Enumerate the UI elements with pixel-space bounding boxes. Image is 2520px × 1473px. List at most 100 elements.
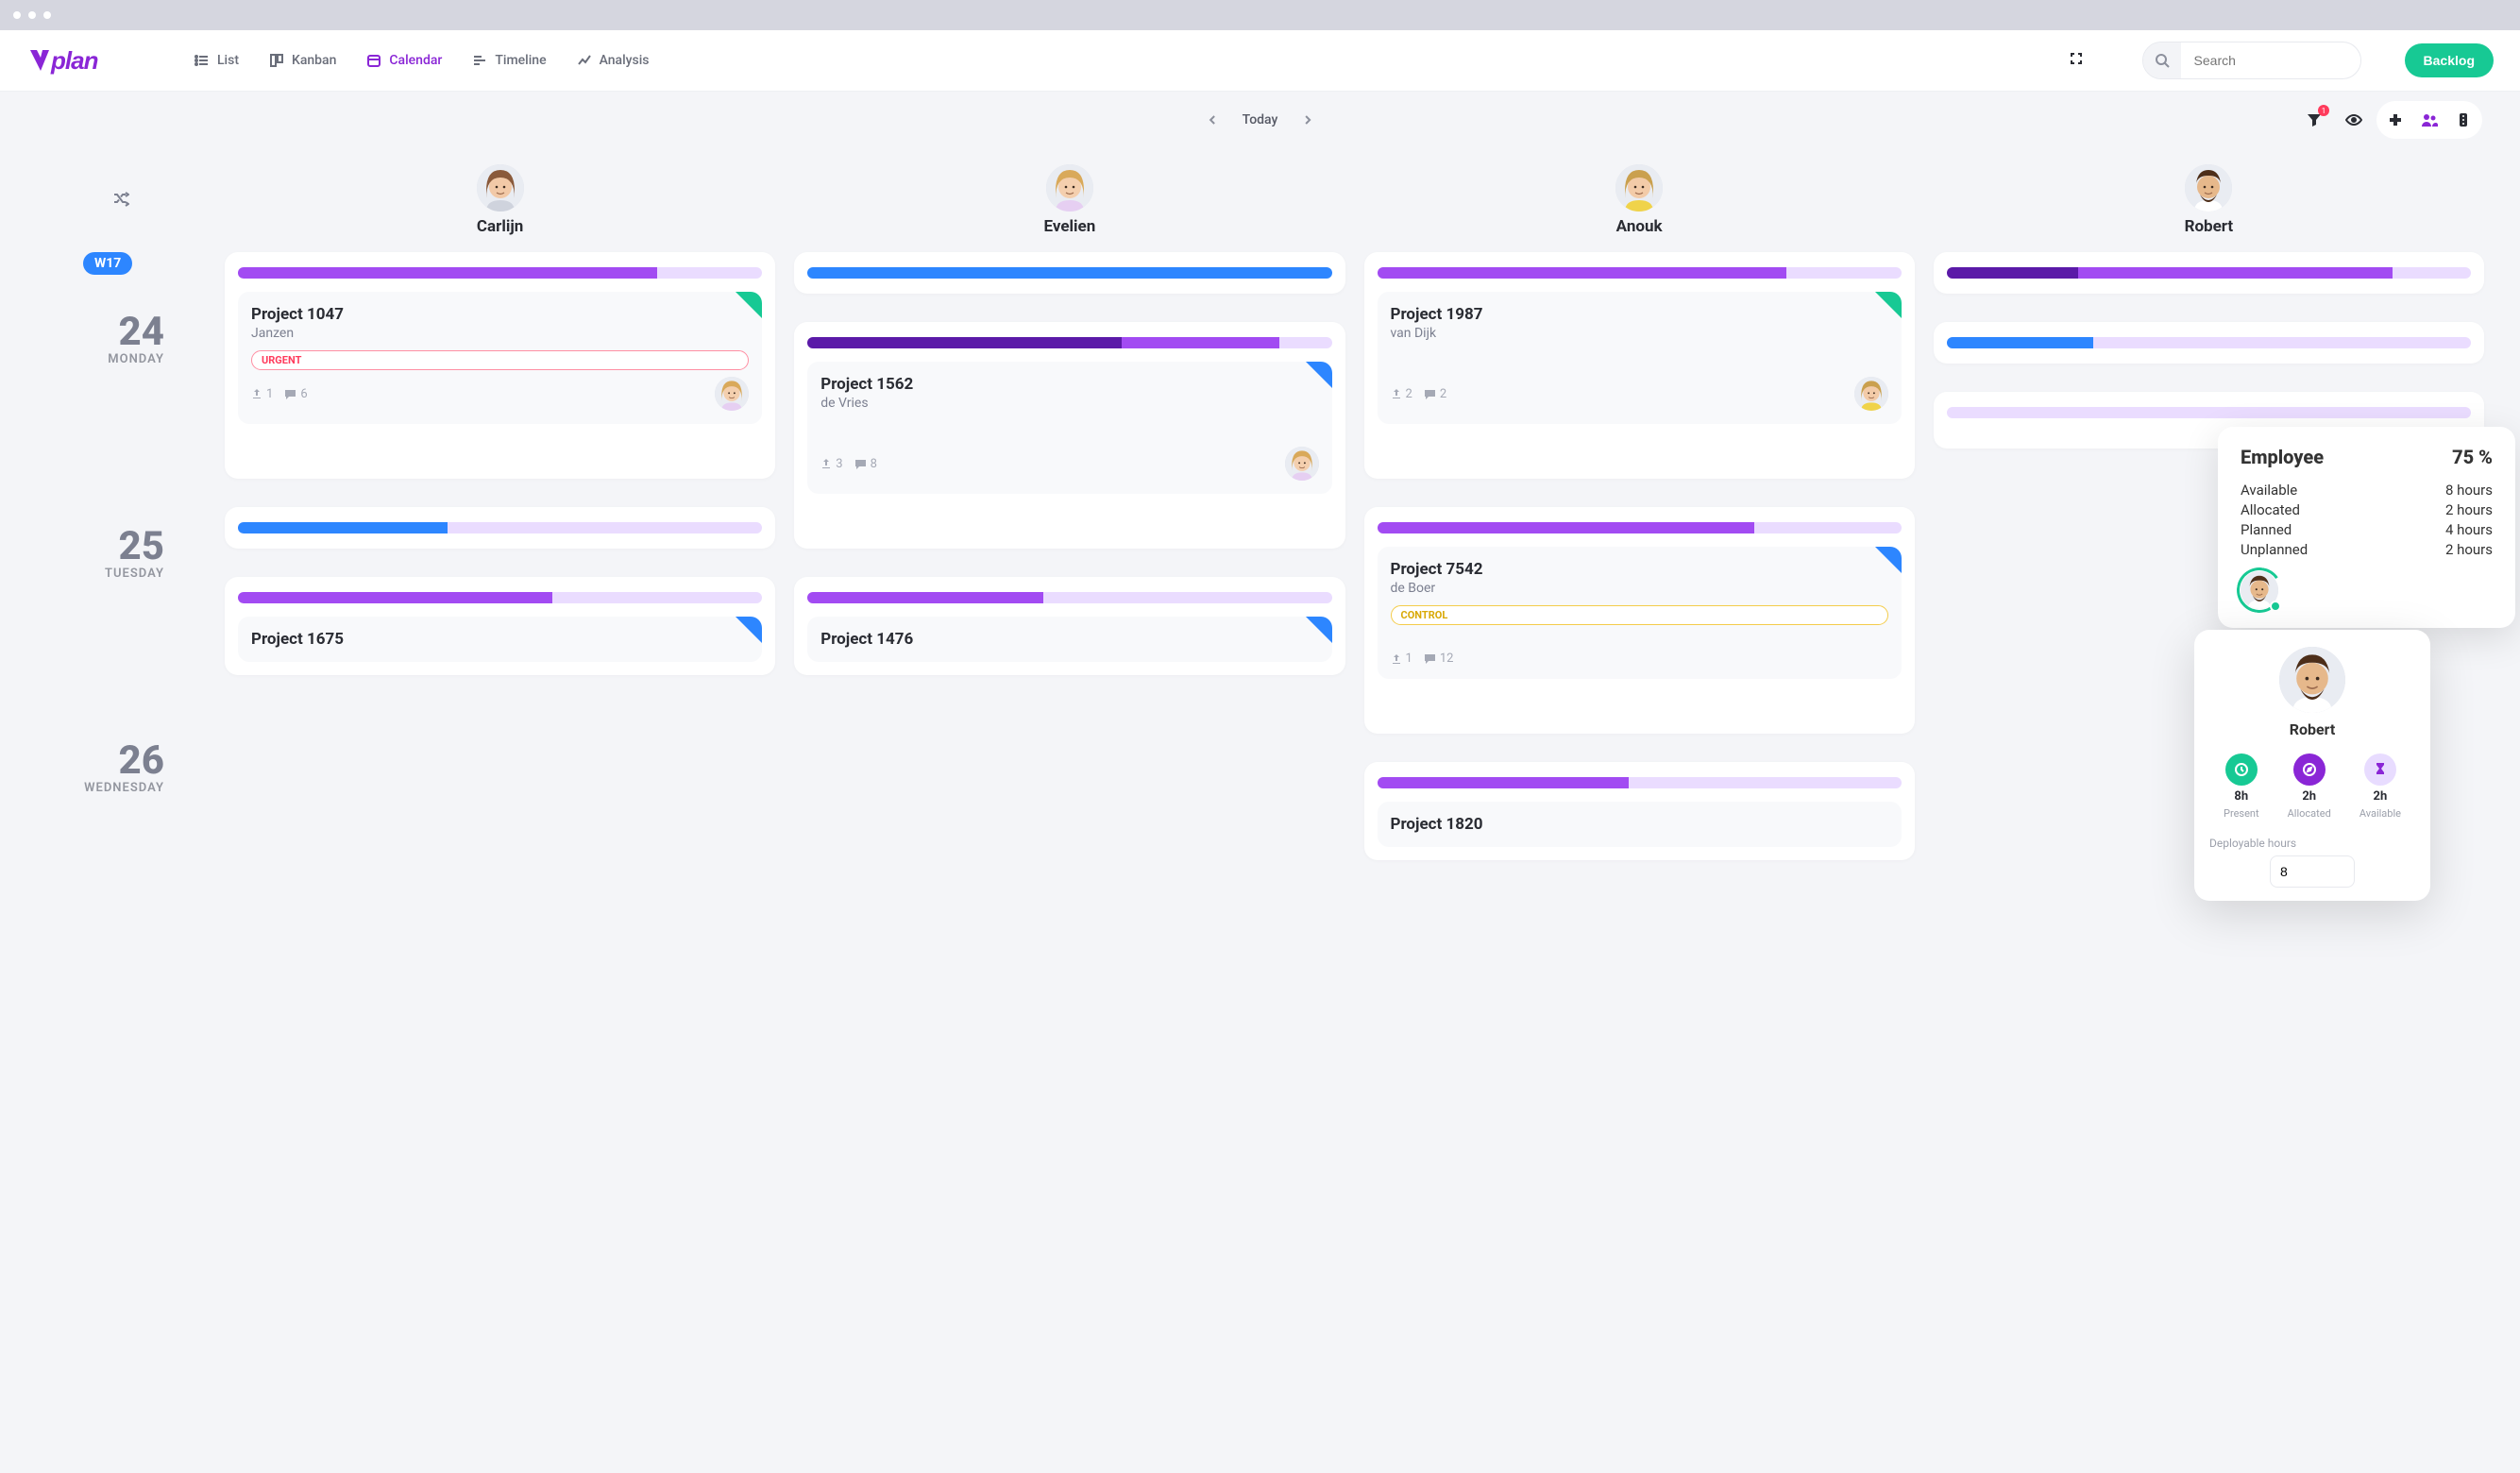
attachments-count: 3 [820,457,842,471]
fullscreen-button[interactable] [2063,45,2089,76]
comments-count: 8 [854,457,877,471]
employee-stat-row: Allocated 2 hours [2241,501,2493,518]
person-name: Robert [2185,217,2234,236]
integrations-button[interactable] [2378,103,2412,137]
task-title: Project 1675 [251,630,749,649]
employee-stat-row: Available8 hours [2241,482,2493,499]
employee-popover-pct: 75 % [2452,446,2493,468]
day-cell[interactable] [225,507,775,549]
backlog-button[interactable]: Backlog [2405,43,2494,77]
filter-badge: 1 [2318,105,2329,116]
person-detail-popover: Robert 8h Present 2h Allocated 2h Availa… [2194,630,2430,901]
view-label: Timeline [495,53,546,68]
avatar [2185,164,2232,212]
lane-anouk: Project 1987van Dijk 2 2 Project 7542de … [1355,252,1924,875]
comments-count: 12 [1424,652,1454,666]
attachments-count: 1 [251,387,273,401]
day-cell[interactable]: Project 1675 [225,577,775,675]
capacity-bar [807,267,1331,279]
employee-popover-avatar[interactable] [2241,571,2278,609]
person-header-carlijn[interactable]: Carlijn [215,148,785,252]
stat-present[interactable]: 8h Present [2224,753,2259,820]
assignee-avatar[interactable] [1854,377,1888,411]
next-period[interactable] [1302,111,1313,129]
person-detail-name: Robert [2209,720,2415,738]
task-card[interactable]: Project 7542de BoerCONTROL 1 12 [1378,547,1902,679]
task-status-corner-icon [736,292,762,318]
toolbar-right: 1 [2297,101,2482,139]
view-analysis[interactable]: Analysis [566,45,661,76]
task-card[interactable]: Project 1047JanzenURGENT 1 6 [238,292,762,424]
view-calendar[interactable]: Calendar [355,45,453,76]
task-card[interactable]: Project 1562de Vries 3 8 [807,362,1331,494]
day-cell[interactable]: Project 1987van Dijk 2 2 [1364,252,1915,479]
view-list[interactable]: List [183,45,250,76]
avatar [1046,164,1093,212]
task-card[interactable]: Project 1987van Dijk 2 2 [1378,292,1902,424]
employee-popover-title: Employee [2241,446,2324,468]
view-kanban[interactable]: Kanban [258,45,347,76]
prev-period[interactable] [1207,111,1218,129]
day-label: 26 WEDNESDAY [26,741,196,795]
stat-label: Allocated [2241,501,2300,518]
day-cell[interactable] [1934,252,2484,294]
assignee-avatar[interactable] [1285,447,1319,481]
task-status-corner-icon [736,617,762,643]
stat-allocated[interactable]: 2h Allocated [2288,753,2331,820]
assignee-avatar[interactable] [715,377,749,411]
left-rail: W17 24 MONDAY 25 TUESDAY 26 WEDNESDAY [26,252,215,875]
person-header-anouk[interactable]: Anouk [1355,148,1924,252]
task-footer: 1 6 [251,377,749,411]
task-subtitle: de Boer [1391,581,1888,596]
avatar [1615,164,1663,212]
view-timeline[interactable]: Timeline [461,45,557,76]
task-card[interactable]: Project 1476 [807,617,1331,662]
day-cell[interactable]: Project 1047JanzenURGENT 1 6 [225,252,775,479]
clock-icon [2225,753,2258,786]
stat-available[interactable]: 2h Available [2359,753,2401,820]
stat-value: 2h [2374,789,2388,804]
visibility-button[interactable] [2337,103,2371,137]
capacity-bar [1947,337,2471,348]
task-subtitle: de Vries [820,396,1318,411]
day-name: TUESDAY [26,567,164,581]
person-header-robert[interactable]: Robert [1924,148,2494,252]
people-view-button[interactable] [2412,103,2446,137]
day-cell[interactable] [1934,322,2484,364]
task-status-corner-icon [1875,292,1902,318]
logo: plan [26,44,130,76]
search[interactable] [2142,42,2361,79]
stat-value: 2 hours [2445,501,2493,518]
employee-stat-row: Planned4 hours [2241,521,2493,538]
resource-view-button[interactable] [2446,103,2480,137]
person-header-evelien[interactable]: Evelien [785,148,1354,252]
person-name: Anouk [1616,217,1663,236]
filter-button[interactable]: 1 [2297,103,2331,137]
task-footer: 3 8 [820,447,1318,481]
shuffle-button[interactable] [112,190,129,211]
day-cell[interactable]: Project 1476 [794,577,1345,675]
browser-chrome [0,0,2520,30]
stat-label: Available [2241,482,2297,499]
capacity-bar [1378,522,1902,533]
deployable-hours-input[interactable] [2270,855,2355,888]
day-cell[interactable] [794,252,1345,294]
view-label: List [217,53,239,68]
task-card[interactable]: Project 1675 [238,617,762,662]
day-cell[interactable]: Project 7542de BoerCONTROL 1 12 [1364,507,1915,734]
stat-label: Available [2359,807,2401,820]
view-mode-group [2376,101,2482,139]
lane-carlijn: Project 1047JanzenURGENT 1 6 Project 167… [215,252,785,875]
capacity-bar [1947,407,2471,418]
task-card[interactable]: Project 1820 [1378,802,1902,847]
today-button[interactable]: Today [1243,112,1278,127]
day-number: 25 [26,527,164,567]
day-label: 25 TUESDAY [26,527,196,581]
day-cell[interactable]: Project 1562de Vries 3 8 [794,322,1345,549]
search-input[interactable] [2181,53,2360,68]
capacity-bar [1378,777,1902,788]
date-navigator: Today [1207,111,1314,129]
view-label: Analysis [600,53,650,68]
day-cell[interactable]: Project 1820 [1364,762,1915,860]
day-number: 24 [26,313,164,352]
